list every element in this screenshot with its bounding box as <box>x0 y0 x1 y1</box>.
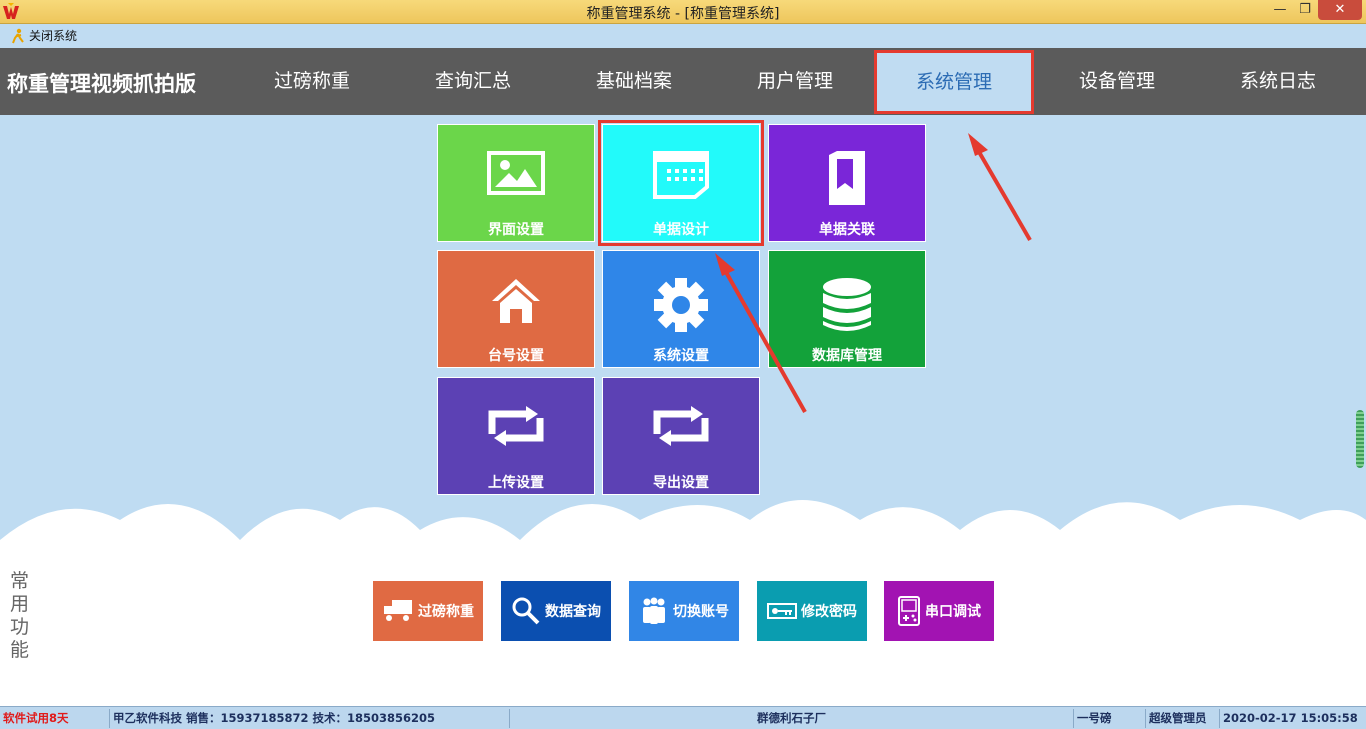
quick-button-label: 数据查询 <box>545 604 601 620</box>
tile-upload-settings[interactable]: 上传设置 <box>437 377 595 495</box>
quick-button-label: 切换账号 <box>673 604 729 620</box>
gamepad-icon <box>898 596 920 626</box>
quick-button-label: 修改密码 <box>801 604 857 620</box>
close-button[interactable]: ✕ <box>1318 0 1362 20</box>
quick-change-password-button[interactable]: 修改密码 <box>757 581 867 641</box>
tile-bill-link[interactable]: 单据关联 <box>768 124 926 242</box>
tile-bill-design[interactable]: 单据设计 <box>598 120 764 246</box>
factory-name: 群德利石子厂 <box>510 709 1074 728</box>
toolbar: 关闭系统 <box>0 24 1366 48</box>
tile-label: 数据库管理 <box>812 348 882 364</box>
tile-system-settings[interactable]: 系统设置 <box>602 250 760 368</box>
database-icon <box>823 278 871 331</box>
minimize-button[interactable]: — <box>1268 0 1292 20</box>
tile-label: 单据设计 <box>653 222 709 238</box>
tile-label: 单据关联 <box>819 222 875 238</box>
tile-label: 系统设置 <box>653 348 709 364</box>
company-info: 甲乙软件科技 销售：15937185872 技术：18503856205 <box>110 709 510 728</box>
user-role: 超级管理员 <box>1146 709 1220 728</box>
key-icon <box>767 603 797 619</box>
nav-item-logs[interactable]: 系统日志 <box>1198 48 1358 115</box>
home-icon <box>492 279 540 323</box>
nav-item-devices[interactable]: 设备管理 <box>1037 48 1197 115</box>
window-title: 称重管理系统 - [称重管理系统] <box>586 6 780 22</box>
common-functions-label: 常用功能 <box>10 570 30 661</box>
gear-icon <box>654 278 708 332</box>
quick-serial-debug-button[interactable]: 串口调试 <box>884 581 994 641</box>
users-icon <box>643 597 665 624</box>
tile-ui-settings[interactable]: 界面设置 <box>437 124 595 242</box>
tile-label: 台号设置 <box>488 348 544 364</box>
bookmark-icon <box>829 151 865 205</box>
repeat-icon <box>488 406 544 446</box>
tile-station-settings[interactable]: 台号设置 <box>437 250 595 368</box>
truck-icon <box>384 600 412 621</box>
quick-switch-account-button[interactable]: 切换账号 <box>629 581 739 641</box>
tile-export-settings[interactable]: 导出设置 <box>602 377 760 495</box>
exit-person-icon <box>12 28 24 43</box>
nav-item-weighing[interactable]: 过磅称重 <box>232 48 392 115</box>
close-system-label: 关闭系统 <box>29 29 78 43</box>
quick-query-button[interactable]: 数据查询 <box>501 581 611 641</box>
nav-item-system[interactable]: 系统管理 <box>874 50 1034 114</box>
search-icon <box>512 597 540 625</box>
datetime: 2020-02-17 15:05:58 <box>1223 711 1358 725</box>
main-nav: 称重管理视频抓拍版 过磅称重 查询汇总 基础档案 用户管理 系统管理 设备管理 … <box>0 48 1366 115</box>
scroll-handle[interactable] <box>1356 410 1364 468</box>
title-bar: 称重管理系统 - [称重管理系统] — ❐ ✕ <box>0 0 1366 24</box>
repeat-icon <box>653 406 709 446</box>
nav-item-users[interactable]: 用户管理 <box>715 48 875 115</box>
maximize-button[interactable]: ❐ <box>1293 0 1317 20</box>
quick-button-label: 过磅称重 <box>418 604 474 620</box>
status-bar: 软件试用8天 甲乙软件科技 销售：15937185872 技术：18503856… <box>0 706 1366 729</box>
trial-status: 软件试用8天 <box>0 709 110 728</box>
nav-item-query[interactable]: 查询汇总 <box>393 48 553 115</box>
quick-button-label: 串口调试 <box>925 604 981 620</box>
document-icon <box>653 151 709 199</box>
nav-item-archive[interactable]: 基础档案 <box>554 48 714 115</box>
brand-title: 称重管理视频抓拍版 <box>7 71 196 96</box>
image-icon <box>487 151 545 195</box>
tile-label: 界面设置 <box>488 222 544 238</box>
tile-database[interactable]: 数据库管理 <box>768 250 926 368</box>
quick-weighing-button[interactable]: 过磅称重 <box>373 581 483 641</box>
scale-name: 一号磅 <box>1074 709 1146 728</box>
close-system-button[interactable]: 关闭系统 <box>10 27 77 44</box>
